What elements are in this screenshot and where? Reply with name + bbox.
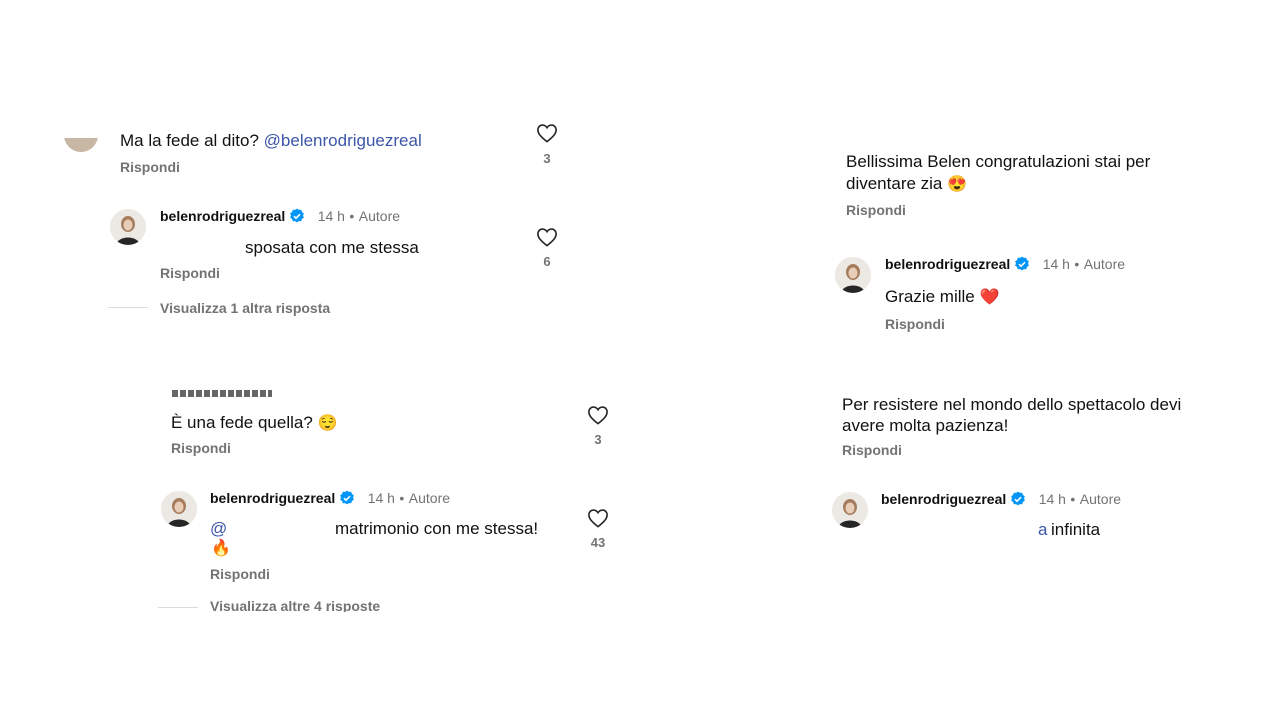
- dot-separator: •: [1070, 491, 1076, 507]
- avatar[interactable]: [161, 491, 197, 527]
- view-more-replies[interactable]: Visualizza altre 4 risposte: [210, 598, 510, 612]
- cropped-header: [172, 390, 312, 398]
- reply-button[interactable]: Rispondi: [120, 159, 180, 175]
- reply-header: belenrodriguezreal 14 h • Autore: [210, 490, 450, 511]
- comment-text: È una fede quella? 😌: [171, 412, 337, 435]
- username[interactable]: belenrodriguezreal: [210, 490, 335, 506]
- username[interactable]: belenrodriguezreal: [160, 208, 285, 224]
- heart-icon: [588, 406, 608, 425]
- reply-button[interactable]: Rispondi: [842, 442, 902, 458]
- verified-badge-icon: [339, 490, 355, 511]
- like-button[interactable]: [587, 508, 609, 528]
- verified-badge-icon: [1010, 491, 1026, 512]
- reply-header: belenrodriguezreal 14 h • Autore: [881, 491, 1121, 512]
- divider-line: [108, 307, 148, 308]
- comment-body: Ma la fede al dito?: [120, 131, 259, 150]
- comment-body: diventare zia: [846, 174, 943, 193]
- comment-text-line-2: diventare zia 😍: [846, 173, 967, 196]
- heart-icon: [588, 509, 608, 528]
- divider-line: [158, 607, 198, 608]
- reply-body: Grazie mille: [885, 287, 975, 306]
- like-button[interactable]: [536, 123, 558, 143]
- reply-text: infinita: [1051, 520, 1101, 539]
- timestamp: 14 h: [1038, 491, 1066, 507]
- comment-text-line-2: avere molta pazienza!: [842, 416, 1009, 435]
- username[interactable]: belenrodriguezreal: [885, 256, 1010, 272]
- reply-text: matrimonio con me stessa!: [335, 519, 539, 538]
- reply-button[interactable]: Rispondi: [171, 440, 231, 456]
- author-label: Autore: [408, 490, 451, 506]
- timestamp: 14 h: [317, 208, 345, 224]
- author-label: Autore: [1079, 491, 1122, 507]
- reply-button[interactable]: Rispondi: [846, 202, 906, 218]
- author-label: Autore: [358, 208, 401, 224]
- reply-button[interactable]: Rispondi: [160, 265, 220, 281]
- mention-link[interactable]: @: [210, 518, 227, 540]
- avatar[interactable]: [110, 209, 146, 245]
- username[interactable]: belenrodriguezreal: [881, 491, 1006, 507]
- like-button[interactable]: [536, 227, 558, 247]
- heart-eyes-emoji: 😍: [947, 176, 968, 193]
- reply-button[interactable]: Rispondi: [885, 316, 945, 332]
- heart-icon: [537, 124, 557, 143]
- author-label: Autore: [1083, 256, 1126, 272]
- fire-emoji: 🔥: [211, 540, 231, 557]
- comment-text-line-1: Per resistere nel mondo dello spettacolo…: [842, 395, 1182, 414]
- reply-text: sposata con me stessa: [245, 238, 419, 257]
- like-button[interactable]: [587, 405, 609, 425]
- reply-button[interactable]: Rispondi: [210, 566, 270, 582]
- view-more-clip: Visualizza altre 4 risposte: [210, 598, 510, 612]
- reply-header: belenrodriguezreal 14 h • Autore: [160, 208, 400, 229]
- verified-badge-icon: [289, 208, 305, 229]
- partial-avatar: [64, 138, 98, 154]
- red-heart-emoji: ❤️: [979, 289, 1000, 306]
- verified-badge-icon: [1014, 256, 1030, 277]
- like-count: 6: [543, 254, 551, 269]
- avatar[interactable]: [832, 492, 868, 528]
- timestamp: 14 h: [367, 490, 395, 506]
- like-count: 3: [543, 151, 551, 166]
- view-more-replies[interactable]: Visualizza 1 altra risposta: [160, 300, 330, 316]
- like-count: 3: [594, 432, 602, 447]
- mention-fragment: a: [1038, 520, 1048, 539]
- comment-text: Ma la fede al dito? @belenrodriguezreal: [120, 130, 422, 152]
- dot-separator: •: [399, 490, 405, 506]
- comment-text-line-1: Bellissima Belen congratulazioni stai pe…: [846, 152, 1151, 171]
- timestamp: 14 h: [1042, 256, 1070, 272]
- dot-separator: •: [349, 208, 355, 224]
- avatar[interactable]: [835, 257, 871, 293]
- dot-separator: •: [1074, 256, 1080, 272]
- like-count: 43: [590, 535, 606, 550]
- reply-header: belenrodriguezreal 14 h • Autore: [885, 256, 1125, 277]
- reply-text: Grazie mille ❤️: [885, 286, 999, 309]
- relieved-emoji: 😌: [317, 415, 338, 432]
- heart-icon: [537, 228, 557, 247]
- mention-link[interactable]: @belenrodriguezreal: [264, 131, 422, 150]
- comment-body: È una fede quella?: [171, 413, 313, 432]
